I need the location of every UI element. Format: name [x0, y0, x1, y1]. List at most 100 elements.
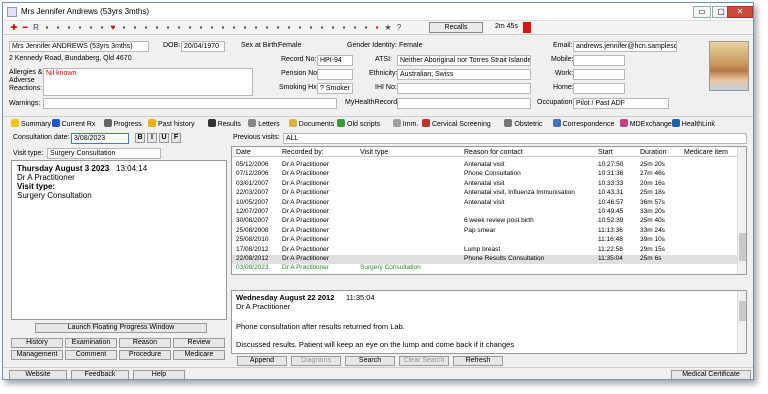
- feedback-button[interactable]: Feedback: [71, 370, 129, 379]
- procedure-button[interactable]: Procedure: [119, 350, 171, 360]
- pension-field[interactable]: [317, 69, 353, 80]
- tab-summary[interactable]: Summary: [11, 119, 51, 128]
- tab-letters[interactable]: Letters: [248, 119, 280, 128]
- tab-results[interactable]: Results: [207, 119, 241, 128]
- camera-icon[interactable]: ▪: [75, 23, 85, 33]
- doctor-icon[interactable]: ▪: [284, 23, 294, 33]
- mortarboard-icon[interactable]: ▪: [295, 23, 305, 33]
- diagrams-button[interactable]: Diagrams: [291, 356, 341, 366]
- note-scrollbar[interactable]: [737, 291, 746, 353]
- heart-icon[interactable]: ♥: [108, 23, 118, 33]
- close-button[interactable]: ✕: [727, 6, 753, 18]
- examination-button[interactable]: Examination: [65, 338, 117, 348]
- consultation-note[interactable]: Thursday August 3 2023 13:04:14 Dr A Pra…: [11, 160, 227, 320]
- tab-past-history[interactable]: Past history: [148, 119, 195, 128]
- arrow-icon[interactable]: ▪: [262, 23, 272, 33]
- calendar-icon[interactable]: ▪: [251, 23, 261, 33]
- tab-old-scripts[interactable]: Old scripts: [337, 119, 380, 128]
- mobile-field[interactable]: [573, 55, 625, 66]
- test-tube-icon[interactable]: ▪: [163, 23, 173, 33]
- ihi-field[interactable]: [397, 83, 531, 94]
- atsi-field[interactable]: Neither Aboriginal nor Torres Strait Isl…: [397, 55, 531, 66]
- table-row[interactable]: 10/05/2007 Dr A Practitioner Antenatal vis…: [232, 199, 738, 208]
- table-row[interactable]: 03/01/2007 Dr A Practitioner Antenatal vis…: [232, 180, 738, 189]
- refresh-button[interactable]: Refresh: [453, 356, 503, 366]
- tab-mdexchange[interactable]: MDExchange: [619, 119, 672, 128]
- tab-progress[interactable]: Progress: [103, 119, 142, 128]
- comment-button[interactable]: Comment: [65, 350, 117, 360]
- sync-icon[interactable]: ▪: [218, 23, 228, 33]
- help-icon[interactable]: ?: [394, 23, 404, 33]
- dob-field[interactable]: 20/04/1970: [181, 41, 225, 52]
- open-folder-icon[interactable]: ▪: [328, 23, 338, 33]
- review-button[interactable]: Review: [173, 338, 225, 348]
- table-row[interactable]: 25/08/2008 Dr A Practitioner Pap smear 11:1…: [232, 227, 738, 236]
- home-field[interactable]: [573, 83, 625, 94]
- box-icon[interactable]: ▪: [350, 23, 360, 33]
- save-icon[interactable]: ▪: [86, 23, 96, 33]
- calculator-icon[interactable]: ▪: [64, 23, 74, 33]
- help-button[interactable]: Help: [133, 370, 185, 379]
- pill-icon[interactable]: ▪: [42, 23, 52, 33]
- tab-cervical-screening[interactable]: Cervical Screening: [422, 119, 491, 128]
- table-row[interactable]: 05/12/2006 Dr A Practitioner Antenatal vis…: [232, 161, 738, 170]
- notepad-icon[interactable]: ▪: [273, 23, 283, 33]
- format-i-button[interactable]: I: [147, 133, 157, 143]
- history-button[interactable]: History: [11, 338, 63, 348]
- power-icon[interactable]: ▪: [372, 23, 382, 33]
- table-row[interactable]: 22/08/2012 Dr A Practitioner Phone Results…: [232, 255, 738, 264]
- search-button[interactable]: Search: [345, 356, 395, 366]
- rx-icon[interactable]: R: [31, 23, 41, 33]
- table-row[interactable]: 30/08/2007 Dr A Practitioner 6 week review…: [232, 217, 738, 226]
- medical-certificate-button[interactable]: Medical Certificate: [671, 370, 751, 379]
- append-button[interactable]: Append: [237, 356, 287, 366]
- tab-obstetric[interactable]: Obstetric: [504, 119, 542, 128]
- letter-icon[interactable]: ▪: [339, 23, 349, 33]
- myhr-field[interactable]: [397, 98, 531, 109]
- world-icon[interactable]: ▪: [229, 23, 239, 33]
- scissors-icon[interactable]: ▪: [97, 23, 107, 33]
- remove-icon[interactable]: ━: [20, 23, 30, 33]
- table-row[interactable]: 03/08/2023 Dr A Practitioner Surgery Consu…: [232, 264, 738, 273]
- work-field[interactable]: [573, 69, 625, 80]
- medicare-button[interactable]: Medicare: [173, 350, 225, 360]
- previous-note[interactable]: Wednesday August 22 2012 11:35:04 Dr A P…: [231, 290, 747, 354]
- clock-icon[interactable]: ▪: [240, 23, 250, 33]
- folder-icon[interactable]: ▪: [317, 23, 327, 33]
- management-button[interactable]: Management: [11, 350, 63, 360]
- pause-icon[interactable]: [523, 22, 531, 33]
- warnings-field[interactable]: [43, 98, 337, 109]
- recalls-button[interactable]: Recalls: [429, 22, 483, 33]
- previous-visits-table[interactable]: Date Recorded by: Visit type Reason for con…: [231, 146, 747, 275]
- format-b-button[interactable]: B: [135, 133, 145, 143]
- tab-correspondence[interactable]: Correspondence: [552, 119, 614, 128]
- tab-documents[interactable]: Documents: [288, 119, 334, 128]
- format-f-button[interactable]: F: [171, 133, 181, 143]
- allergies-field[interactable]: Nil known: [43, 68, 253, 96]
- monitor-icon[interactable]: ▪: [53, 23, 63, 33]
- launch-floating-progress-button[interactable]: Launch Floating Progress Window: [35, 323, 207, 333]
- table-row[interactable]: 22/03/2007 Dr A Practitioner Antenatal vis…: [232, 189, 738, 198]
- scales-icon[interactable]: ▪: [185, 23, 195, 33]
- tab-current-rx[interactable]: Current Rx: [51, 119, 95, 128]
- smoking-field[interactable]: ? Smoker: [317, 83, 353, 94]
- clear-search-button[interactable]: Clear Search: [399, 356, 449, 366]
- table-row[interactable]: 17/08/2012 Dr A Practitioner Lump breast 11…: [232, 246, 738, 255]
- website-button[interactable]: Website: [9, 370, 67, 379]
- patient-select[interactable]: Mrs Jennifer ANDREWS (53yrs 3mths): [9, 41, 149, 52]
- consultation-date-field[interactable]: 3/08/2023: [71, 133, 129, 144]
- add-icon[interactable]: ✚: [9, 23, 19, 33]
- flask-icon[interactable]: ▪: [174, 23, 184, 33]
- visit-type-select[interactable]: Surgery Consultation: [47, 148, 161, 159]
- car-icon[interactable]: ▪: [306, 23, 316, 33]
- table-scrollbar[interactable]: [737, 147, 746, 274]
- reason-button[interactable]: Reason: [119, 338, 171, 348]
- email-field[interactable]: andrews.jennifer@hcn.samplesdb.c: [573, 41, 677, 52]
- star-icon[interactable]: ★: [383, 23, 393, 33]
- previous-visits-filter[interactable]: ALL: [283, 133, 747, 144]
- person-icon[interactable]: ▪: [130, 23, 140, 33]
- lungs-icon[interactable]: ▪: [141, 23, 151, 33]
- baby-icon[interactable]: ▪: [207, 23, 217, 33]
- blood-icon[interactable]: ▪: [119, 23, 129, 33]
- table-row[interactable]: 07/12/2006 Dr A Practitioner Phone Consult…: [232, 170, 738, 179]
